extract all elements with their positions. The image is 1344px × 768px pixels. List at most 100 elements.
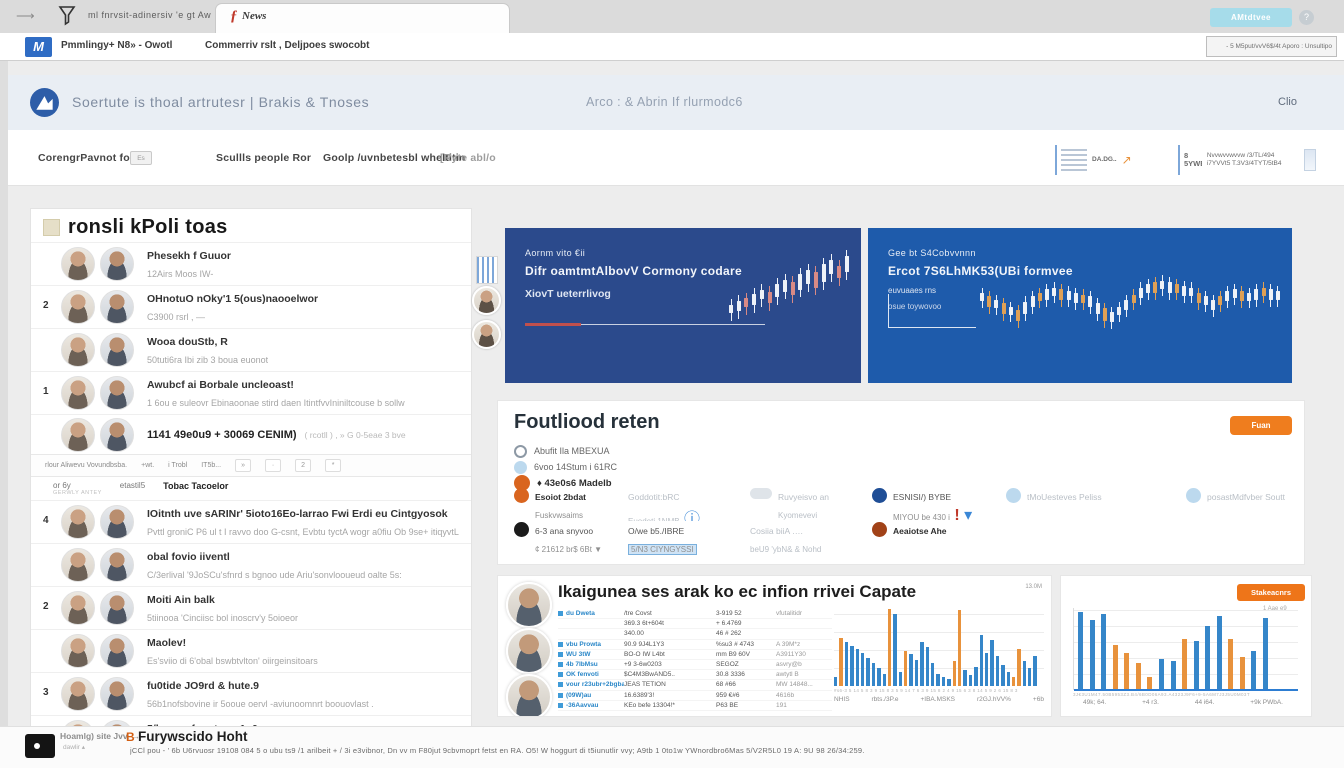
bar [936,674,939,686]
table-row[interactable]: 369.3 6t+604t+ 6.4769 [558,619,832,629]
featured-item[interactable]: Esoiot 2bdatFuskvwsaims [514,487,626,521]
featured-item[interactable]: 6-3 ana snyvoo¢ 21612 br$ 6Bt ▼ [514,521,626,555]
table-row[interactable]: WU 3tWBO-O IW L4btmm B9 60VA3911Y30 [558,650,832,660]
ticker-widget-2[interactable]: 8 5YWB Nvvwvvwvvw /3/TL/494 i7YVVt5 T.3V… [1178,145,1320,175]
table-row[interactable]: (09W)au16.6389'3!959 €#64616b [558,691,832,701]
sub-tabs[interactable]: or 6yGERWLY ANTEY etastil5 Tobac Tacoelor [31,476,471,500]
hero-card-market-2[interactable]: Gee bt S4Cobvvnnn Ercot 7S6LhMK53(UBi fo… [868,228,1292,383]
table-row[interactable]: vbu Prowta90.9 9J4L1Y3%su3 # 4743A 39M*z [558,640,832,650]
cell-label: vour r23ubr+2bgbau [558,681,624,688]
candle [752,244,756,343]
candle [1016,258,1020,345]
filter-funnel-icon[interactable] [57,4,77,31]
nav-item-4[interactable]: [Ryte abl/o [440,152,496,164]
site-logo[interactable]: M [25,37,52,57]
floating-avatar-1[interactable] [472,286,501,315]
featured-item[interactable]: tMoUesteves Peliss [1006,487,1184,521]
featured-item[interactable]: Goddotit:bRCEuodoti 1NMB ⓘ [628,487,748,521]
cell-value-1: $C4M3BwAND5.. [624,671,716,678]
featured-item[interactable]: ESNISI/) BYBEMIYOU be 430 i ! ▾ [872,487,1004,521]
mini-calendar-widget [476,256,498,284]
ticker-label-2: 8 5YWB [1184,152,1202,168]
person-list-item[interactable]: Phesekh f Guuor12Airs Moos IW- [31,242,471,285]
x-label: 44 i64. [1195,699,1215,706]
table-row[interactable]: 4b 7IbMsu+9 3-6w0203SEGOZasvry@b [558,660,832,670]
pager-button[interactable]: * [325,459,341,472]
cell-label: vbu Prowta [558,641,624,648]
table-row[interactable]: -36AavvauKEo befe 13304!*P63 BE191 [558,701,832,711]
bar [834,677,837,686]
bar [963,670,966,686]
alert-icon: ! [950,507,960,521]
pager-button[interactable]: 2 [295,459,311,472]
table-row[interactable]: 340.0046 # 262 [558,629,832,639]
bar [888,609,891,686]
floating-avatar-2[interactable] [472,320,501,349]
table-row[interactable]: OK fenvoti$C4M3BwAND5..30.8 3336awtytl B [558,670,832,680]
pager-button[interactable]: · [265,459,281,472]
earnings-cta-button[interactable]: Stakeacnrs [1237,584,1305,601]
person-list-item[interactable]: obal fovio iiventlC/3erlival '9JoSCu'sfn… [31,543,471,586]
person-list-item[interactable]: 2OHnotuO nOky'1 5(ous)naooelworC3900 rsr… [31,285,471,328]
featured-item[interactable]: posastMdfvber Soutt [1186,487,1300,521]
featured-panel: Foutliood reten Fuan Abufit Ila MBEXUA 6… [497,400,1305,565]
help-icon[interactable]: ? [1299,10,1314,25]
featured-cta-button[interactable]: Fuan [1230,416,1292,435]
toolbar-item[interactable]: +wt. [141,462,154,469]
analyst-avatar-1[interactable] [506,582,552,628]
address-bar-text[interactable]: ml fnrvsit-adinersiv 'e gt Aw [88,10,211,20]
toolbar-item[interactable]: i Trobl [168,462,187,469]
person-list-item[interactable]: 3fu0tide JO9rd & hute.956b1nofsbovine ir… [31,672,471,715]
featured-item[interactable]: Aeaiotse Ahe [872,521,1004,555]
autocomplete-suggestion[interactable]: - 5 M5put/vvV6$/4t Aporo : Unsultipo [1206,36,1337,57]
table-row[interactable]: vour r23ubr+2bgbauJEAS TETION68 #66MW 14… [558,680,832,690]
header-right-link[interactable]: Clio [1278,96,1297,108]
person-name: Awubcf ai Borbale uncleoast! [147,379,294,391]
hero-card-market-1[interactable]: Aornm vito €ii Difr oamtmtAlbovV Cormony… [505,228,861,383]
bar [1090,620,1095,690]
bookmark-item-1[interactable]: Pmmlingy+ N8» - Owotl [61,40,172,51]
item-dot-icon [1186,488,1201,503]
toolbar-item[interactable]: IT5b... [201,462,221,469]
person-subtitle: Es'sviio di 6'obal bswbtvlton' oiirgeins… [147,656,318,666]
subtab-3[interactable]: Tobac Tacoelor [163,481,228,491]
featured-item[interactable]: Cosiia biiA ….beU9 'ybN& & Nohd [750,521,870,555]
nav-item-1[interactable]: CorengrPavnot for [38,152,134,164]
consent-brand-glyph: B [126,730,135,744]
cell-label: -36Aavvau [558,702,624,709]
back-icon[interactable]: ⟶ [16,8,33,24]
earnings-ticks: 3J€3U1M47.50B5953Z3.B4/6B0D06A93.A4323J9… [1073,692,1298,697]
cell-value-3: 4616b [776,692,832,699]
featured-item[interactable]: Ruvyeisvo anKyomevevi [750,487,870,521]
browser-tab[interactable]: ƒ News [215,3,510,33]
toolbar-item[interactable]: rlour Aliwevu Vovundbsba. [45,462,127,469]
analyst-avatar-2[interactable] [506,628,552,674]
bar [893,614,896,686]
bookmark-item-2[interactable]: Commerriv rslt , Deljpoes swocobt [205,40,370,51]
person-list-item[interactable]: Maolev!Es'sviio di 6'obal bswbtvlton' oi… [31,629,471,672]
person-list-item[interactable]: 4IOitnth uve sARINr' 5ioto16Eo-larrao Fw… [31,500,471,543]
nav-item-2[interactable]: Scullls people Ror [216,152,311,164]
person-list-item[interactable]: 2Moiti Ain balk5tiinooa 'Cinciisc bol in… [31,586,471,629]
table-row[interactable]: du Dweta/tre Covst3-919 52vfutalitidr [558,609,832,619]
toggle-icon[interactable] [750,488,772,499]
subscribe-button[interactable]: AMtdtvee [1210,8,1292,27]
subtab-1[interactable]: or 6yGERWLY ANTEY [53,481,102,496]
bar [1101,614,1106,690]
analysts-bar-chart: 13.0M [834,598,1044,686]
person-list-item[interactable]: 1Awubcf ai Borbale uncleoast!1 6ou e sul… [31,371,471,414]
ticker-widget-1[interactable]: DA.DG.. ↗ [1055,145,1136,175]
candle [1254,258,1258,345]
list-toolbar[interactable]: rlour Aliwevu Vovundbsba. +wt. i Trobl IT5b… [31,454,471,476]
analyst-avatar-3[interactable] [506,674,552,717]
bar [1194,641,1199,690]
ticker-list-item[interactable]: 1141 49e0u9 + 30069 CENIM)( rcotll ) , »… [31,414,471,454]
brand-logo-icon[interactable] [30,88,59,117]
item-line2: Fuskvwsaims [535,511,583,520]
nav-badge: Es [130,151,152,165]
subtab-2[interactable]: etastil5 [120,481,145,490]
pager-button[interactable]: » [235,459,251,472]
candle [1197,258,1201,345]
person-list-item[interactable]: Wooa douStb, R50tuti6ra Ibi zib 3 boua e… [31,328,471,371]
featured-item[interactable]: O/we b5./IBRE5/N3 CIYNGYSSI [628,521,748,555]
